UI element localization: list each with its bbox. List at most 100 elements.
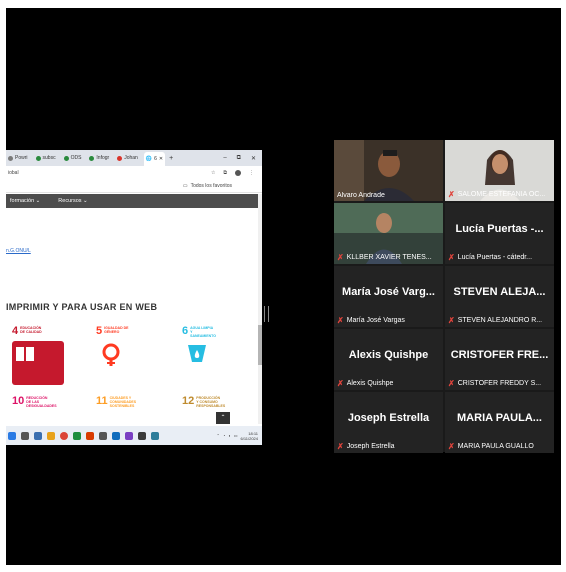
participant-gallery: Alvaro Andrade ✗ SALOME ESTEFANIA OC... ✗ KL… — [334, 140, 554, 453]
app-icon[interactable] — [47, 431, 55, 440]
sdg-tile[interactable]: 12 PRODUCCIÓN Y CONSUMO RESPONSABLES — [182, 395, 226, 409]
section-heading: IMPRIMIR Y PARA USAR EN WEB — [6, 302, 158, 312]
scrollbar-track[interactable] — [258, 194, 262, 424]
sdg-number: 10 — [12, 395, 25, 407]
sdg-label: EDUCACIÓN DE CALIDAD — [20, 326, 42, 334]
sdg-tile[interactable]: 11 CIUDADES Y COMUNIDADES SOSTENIBLES — [96, 396, 137, 409]
participant-tile[interactable]: María José Varg... ✗ María José Vargas — [334, 266, 443, 327]
mic-off-icon: ✗ — [337, 253, 344, 262]
participant-display-name: Joseph Estrella — [347, 412, 430, 424]
mic-off-icon: ✗ — [337, 316, 344, 325]
menu-icon[interactable]: ⋮ — [249, 170, 254, 176]
splitter-handle[interactable] — [264, 306, 269, 322]
battery-icon[interactable]: ▭ — [234, 433, 238, 438]
app-icon[interactable] — [99, 431, 107, 440]
tab-favicon-icon — [63, 155, 69, 161]
mic-off-icon: ✗ — [448, 190, 455, 199]
all-bookmarks-link[interactable]: Todos los favoritos — [191, 183, 232, 189]
app-icon[interactable] — [112, 431, 120, 440]
participant-name: María José Vargas — [346, 317, 405, 324]
participant-tile[interactable]: Joseph Estrella ✗ Joseph Estrella — [334, 392, 443, 453]
new-tab-button[interactable]: + — [169, 155, 173, 162]
participant-tile[interactable]: STEVEN ALEJA... ✗ STEVEN ALEJANDRO R... — [445, 266, 554, 327]
sdg-number: 4 — [12, 325, 19, 337]
app-icon[interactable] — [73, 431, 81, 440]
wifi-icon[interactable]: ◔ — [223, 433, 225, 438]
participant-tile[interactable]: ✗ SALOME ESTEFANIA OC... — [445, 140, 554, 201]
book-icon — [12, 341, 64, 385]
scroll-to-top-button[interactable]: ⌃ — [216, 412, 230, 424]
bookmarks-bar: ▭ Todos los favoritos — [6, 180, 262, 193]
participant-name: KLLBER XAVIER TENES... — [346, 254, 432, 261]
app-icon[interactable] — [86, 431, 94, 440]
participant-name-label: ✗ Joseph Estrella — [337, 442, 395, 451]
mic-off-icon: ✗ — [448, 253, 455, 262]
sdg-label: AGUA LIMPIA Y SANEAMIENTO — [190, 326, 216, 338]
sdg-tile[interactable]: 6 AGUA LIMPIA Y SANEAMIENTO — [182, 326, 216, 368]
profile-avatar-icon[interactable] — [235, 170, 241, 176]
participant-name-label: ✗ Alexis Quishpe — [337, 379, 393, 388]
sdg-number: 5 — [96, 325, 103, 337]
close-window-button[interactable]: ✕ — [251, 155, 256, 162]
sdg-label: CIUDADES Y COMUNIDADES SOSTENIBLES — [109, 396, 137, 408]
participant-name: STEVEN ALEJANDRO R... — [457, 317, 543, 324]
participant-display-name: Alexis Quishpe — [348, 349, 429, 361]
restore-button[interactable]: ⧉ — [237, 155, 241, 162]
sdg-number: 6 — [182, 325, 189, 337]
participant-name-label: ✗ CRISTOFER FREDDY S... — [448, 379, 541, 388]
mic-off-icon: ✗ — [448, 316, 455, 325]
participant-tile[interactable]: Alvaro Andrade — [334, 140, 443, 201]
shared-screen: Powri subsc ODS Infogr Johan 🌐 6 ✕ + – ⧉ ✕… — [6, 150, 262, 445]
participant-name: Joseph Estrella — [346, 443, 395, 450]
nav-item[interactable]: Recursos ⌄ — [54, 198, 87, 204]
participant-display-name: María José Varg... — [342, 286, 435, 298]
participant-name-label: ✗ María José Vargas — [337, 316, 405, 325]
close-tab-icon[interactable]: ✕ — [159, 156, 163, 162]
sdg-tile[interactable]: 4 EDUCACIÓN DE CALIDAD — [12, 326, 64, 385]
app-icon[interactable] — [151, 431, 159, 440]
app-icon[interactable] — [138, 431, 146, 440]
chrome-icon[interactable] — [60, 431, 68, 440]
page-link[interactable]: n.G.ONU/L — [6, 248, 31, 254]
nav-item[interactable]: formación ⌄ — [6, 198, 40, 204]
search-icon[interactable] — [21, 431, 29, 440]
sdg-number: 12 — [182, 395, 195, 407]
scrollbar-thumb[interactable] — [258, 325, 262, 365]
participant-tile[interactable]: CRISTOFER FRE... ✗ CRISTOFER FREDDY S... — [445, 329, 554, 390]
sdg-tile[interactable]: 10 REDUCCIÓN DE LAS DESIGUALDADES — [12, 395, 57, 409]
browser-tab[interactable]: Johan — [115, 155, 140, 161]
participant-name: SALOME ESTEFANIA OC... — [457, 191, 546, 198]
start-icon[interactable] — [8, 431, 16, 440]
participant-display-name: STEVEN ALEJA... — [453, 286, 546, 298]
address-bar[interactable]: iobal ☆ ⧉ ⋮ — [6, 166, 262, 180]
app-icon[interactable] — [125, 431, 133, 440]
participant-tile[interactable]: Alexis Quishpe ✗ Alexis Quishpe — [334, 329, 443, 390]
volume-icon[interactable]: ◖ — [228, 433, 230, 438]
browser-tab[interactable]: subsc — [34, 155, 58, 161]
browser-tab[interactable]: Infogr — [87, 155, 111, 161]
participant-name-label: ✗ MARIA PAULA GUALLO — [448, 442, 534, 451]
star-icon[interactable]: ☆ — [211, 170, 215, 176]
participant-tile[interactable]: ✗ KLLBER XAVIER TENES... — [334, 203, 443, 264]
browser-tab-bar: Powri subsc ODS Infogr Johan 🌐 6 ✕ + – ⧉ ✕ — [6, 150, 262, 166]
participant-name: Alvaro Andrade — [337, 192, 385, 199]
taskview-icon[interactable] — [34, 431, 42, 440]
browser-tab[interactable]: ODS — [62, 155, 84, 161]
minimize-button[interactable]: – — [223, 155, 226, 162]
participant-tile[interactable]: Lucía Puertas -... ✗ Lucía Puertas - cáted… — [445, 203, 554, 264]
chevron-up-icon[interactable]: ⌃ — [217, 433, 220, 438]
taskbar-clock[interactable]: 18:11 6/11/2024 — [241, 431, 259, 441]
participant-name-label: ✗ STEVEN ALEJANDRO R... — [448, 316, 542, 325]
sdg-tile[interactable]: 5 IGUALDAD DE GÉNERO — [96, 326, 130, 367]
sdg-label: PRODUCCIÓN Y CONSUMO RESPONSABLES — [196, 396, 226, 408]
mic-off-icon: ✗ — [337, 379, 344, 388]
folder-icon: ▭ — [182, 183, 188, 189]
participant-name-label: Alvaro Andrade — [337, 192, 385, 199]
extensions-icon[interactable]: ⧉ — [223, 170, 227, 176]
browser-tab[interactable]: Powri — [6, 155, 30, 161]
tab-favicon-icon — [117, 155, 123, 161]
system-tray: ⌃ ◔ ◖ ▭ 18:11 6/11/2024 — [217, 431, 262, 441]
browser-tab-active[interactable]: 🌐 6 ✕ — [143, 152, 166, 166]
participant-tile[interactable]: MARIA PAULA... ✗ MARIA PAULA GUALLO — [445, 392, 554, 453]
participant-display-name: CRISTOFER FRE... — [450, 349, 549, 361]
